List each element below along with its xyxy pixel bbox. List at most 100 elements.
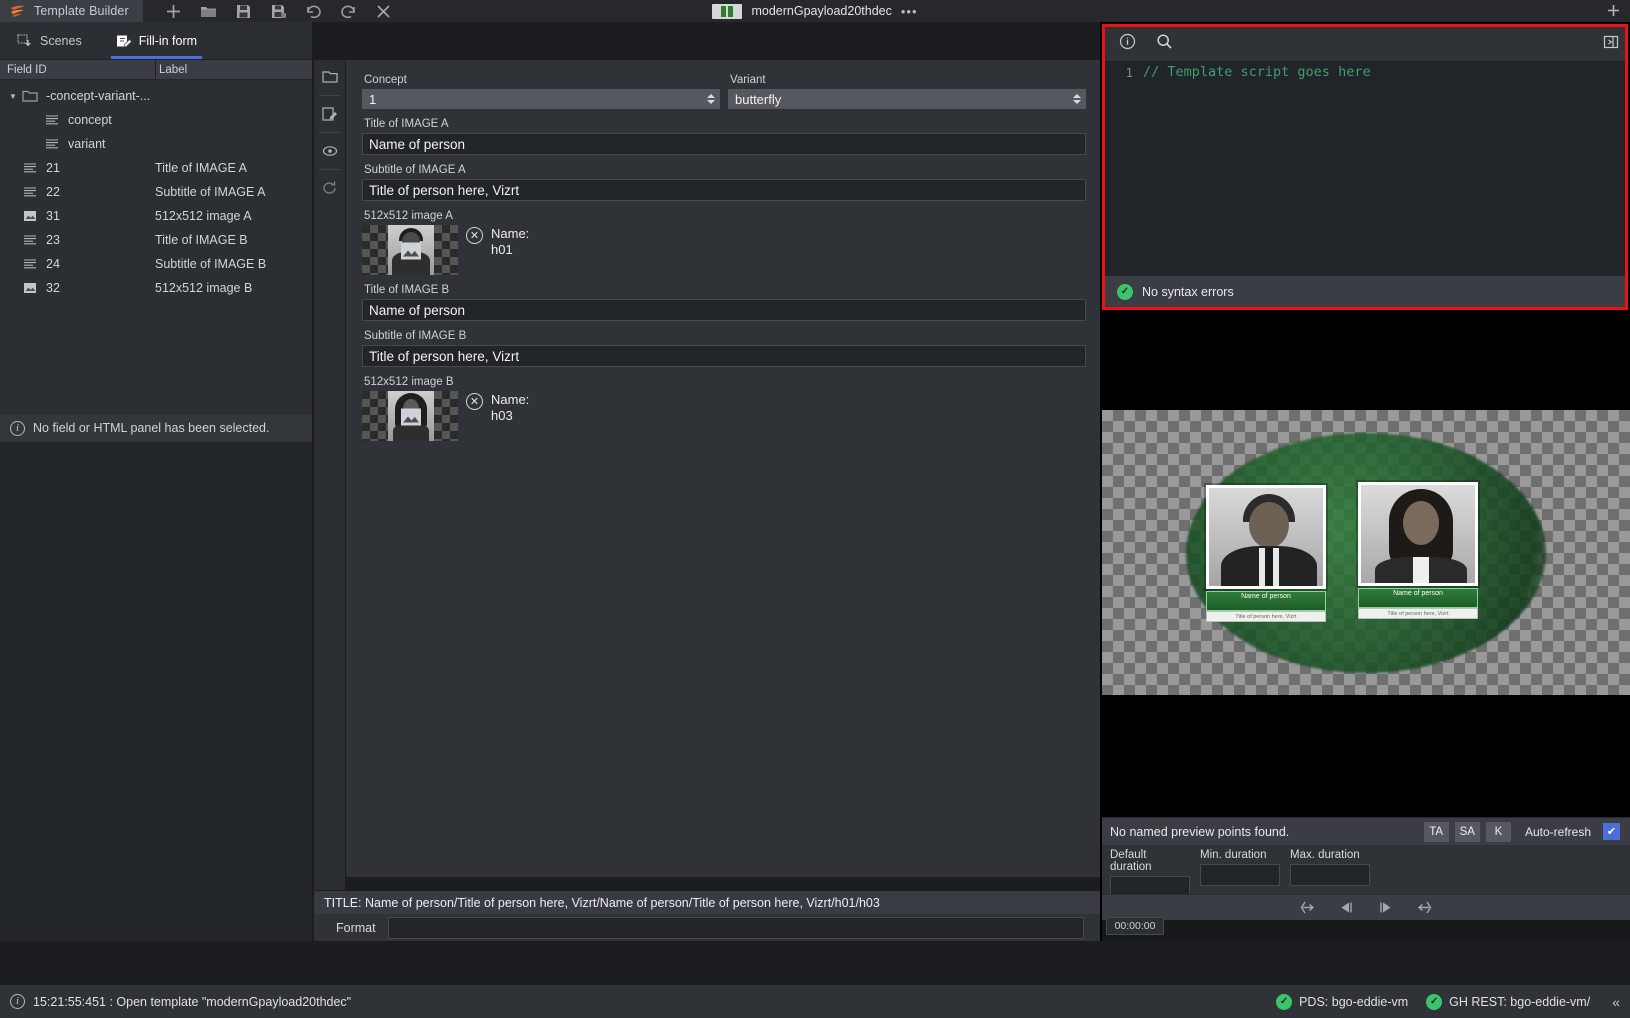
format-label: Format [336,920,376,935]
text-field-icon [22,257,38,271]
preview-name-bar-a: Name of person [1206,591,1326,611]
save-icon[interactable] [235,3,252,20]
min-duration-label: Min. duration [1200,849,1267,861]
image-b-thumbnail[interactable] [362,391,458,441]
max-duration-input[interactable] [1290,864,1370,886]
text-field-icon [44,137,60,151]
variant-select[interactable]: butterfly [728,89,1086,109]
subtitle-image-b-input[interactable]: Title of person here, Vizrt [362,345,1086,367]
preview-eye-tool-icon[interactable] [314,134,345,168]
tree-row[interactable]: concept [0,108,312,132]
ta-button[interactable]: TA [1423,821,1449,842]
auto-refresh-checkbox[interactable]: ✔ [1603,823,1620,840]
timeline[interactable]: 0 00:00:00 [1102,917,1630,941]
info-icon: i [10,994,25,1009]
tree-row[interactable]: 23 Title of IMAGE B [0,228,312,252]
status-badge-pds[interactable]: ✓ PDS: bgo-eddie-vm [1276,993,1408,1010]
step-forward-icon[interactable] [1377,901,1394,914]
title-image-a-input[interactable]: Name of person [362,133,1086,155]
image-a-thumbnail[interactable] [362,225,458,275]
chevron-down-icon[interactable]: ▼ [4,92,22,101]
image-a-name-value: h01 [491,242,513,257]
rail-divider [319,132,340,133]
tab-scenes[interactable]: Scenes [0,22,99,59]
save-as-icon[interactable] [270,3,287,20]
tree-row[interactable]: variant [0,132,312,156]
check-circle-icon: ✓ [1117,283,1133,300]
close-icon[interactable] [375,3,392,20]
tab-fill-in-form[interactable]: Fill-in form [99,22,214,59]
chevron-up-icon[interactable]: « [1612,994,1620,1010]
preview-name-a: Name of person [1241,593,1291,600]
tree-row[interactable]: 32 512x512 image B [0,276,312,300]
preview-photo-b [1358,482,1478,586]
subtitle-image-a-input[interactable]: Title of person here, Vizrt [362,179,1086,201]
open-folder-icon[interactable] [200,3,217,20]
info-icon: i [10,420,25,436]
left-panel-properties-area [0,443,312,941]
variant-label: Variant [730,74,766,86]
edit-tool-icon[interactable] [314,97,345,131]
tree-row[interactable]: ▼ -concept-variant-... [0,84,312,108]
transport-controls [1102,894,1630,920]
timecode-field[interactable]: 00:00:00 [1106,917,1164,935]
k-button[interactable]: K [1485,821,1511,842]
info-icon[interactable] [1119,33,1136,55]
image-placeholder-icon [400,242,422,261]
concept-label: Concept [364,74,407,86]
detach-panel-icon[interactable] [1603,34,1619,55]
preview-subtitle-b: Title of person here, Vizrt [1358,608,1478,619]
preview-canvas[interactable]: Name of person Title of person here, Viz… [1102,410,1630,695]
concept-variant-row: Concept 1 Variant butterfly [362,74,1086,109]
tree-row-id: 23 [46,233,60,247]
check-circle-icon: ✓ [1276,993,1293,1010]
tree-row[interactable]: 22 Subtitle of IMAGE A [0,180,312,204]
step-back-icon[interactable] [1338,901,1355,914]
document-menu-button[interactable]: ••• [901,4,918,19]
image-a-clear-button[interactable]: ✕ [466,227,483,244]
format-input[interactable] [387,916,1084,939]
undo-icon[interactable] [305,3,322,20]
new-icon[interactable] [165,3,182,20]
script-code-editor[interactable]: 1 // Template script goes here [1105,62,1625,276]
title-image-b-input[interactable]: Name of person [362,299,1086,321]
preview-bottom-letterbox [1102,695,1630,817]
preview-points-bar: No named preview points found. TA SA K A… [1102,817,1630,845]
sa-button[interactable]: SA [1454,821,1480,842]
check-circle-icon: ✓ [1426,993,1443,1010]
preview-top-letterbox [1102,312,1630,410]
redo-icon[interactable] [340,3,357,20]
image-a-portrait [388,225,434,275]
app-brand: Template Builder [0,0,143,22]
go-to-start-icon[interactable] [1299,901,1316,914]
concept-value: 1 [369,91,377,107]
status-message: 15:21:55:451 : Open template "modernGpay… [33,994,352,1009]
concept-select[interactable]: 1 [362,89,720,109]
code-text: // Template script goes here [1143,64,1371,80]
image-b-portrait [388,391,434,441]
status-badge-gh-rest-label: GH REST: bgo-eddie-vm/ [1449,994,1591,1009]
min-duration-input[interactable] [1200,864,1280,886]
image-field-icon [22,209,38,223]
tree-row[interactable]: 31 512x512 image A [0,204,312,228]
script-editor-panel: 1 // Template script goes here ✓ No synt… [1102,24,1628,310]
fill-in-form-icon [116,33,132,49]
left-tabstrip: Scenes Fill-in form [0,22,312,60]
tree-row[interactable]: 21 Title of IMAGE A [0,156,312,180]
tree-row[interactable]: 24 Subtitle of IMAGE B [0,252,312,276]
search-icon[interactable] [1156,33,1173,55]
status-badge-gh-rest[interactable]: ✓ GH REST: bgo-eddie-vm/ [1426,993,1591,1010]
folder-tool-icon[interactable] [314,60,345,94]
image-b-clear-button[interactable]: ✕ [466,393,483,410]
image-b-name-label: Name: [491,392,530,407]
default-duration-field: Default duration [1110,849,1190,898]
tree-row-label: Subtitle of IMAGE A [155,185,266,199]
subtitle-image-b-field: Subtitle of IMAGE B Title of person here… [362,330,1086,367]
text-field-icon [22,161,38,175]
go-to-end-icon[interactable] [1416,901,1433,914]
connection-status-group: ✓ PDS: bgo-eddie-vm ✓ GH REST: bgo-eddie… [1276,993,1620,1010]
add-panel-icon[interactable] [1606,5,1621,22]
title-bar: Template Builder modernGpayload20thdec •… [0,0,1630,22]
refresh-tool-icon[interactable] [314,171,345,205]
script-status-bar: ✓ No syntax errors [1105,276,1625,307]
